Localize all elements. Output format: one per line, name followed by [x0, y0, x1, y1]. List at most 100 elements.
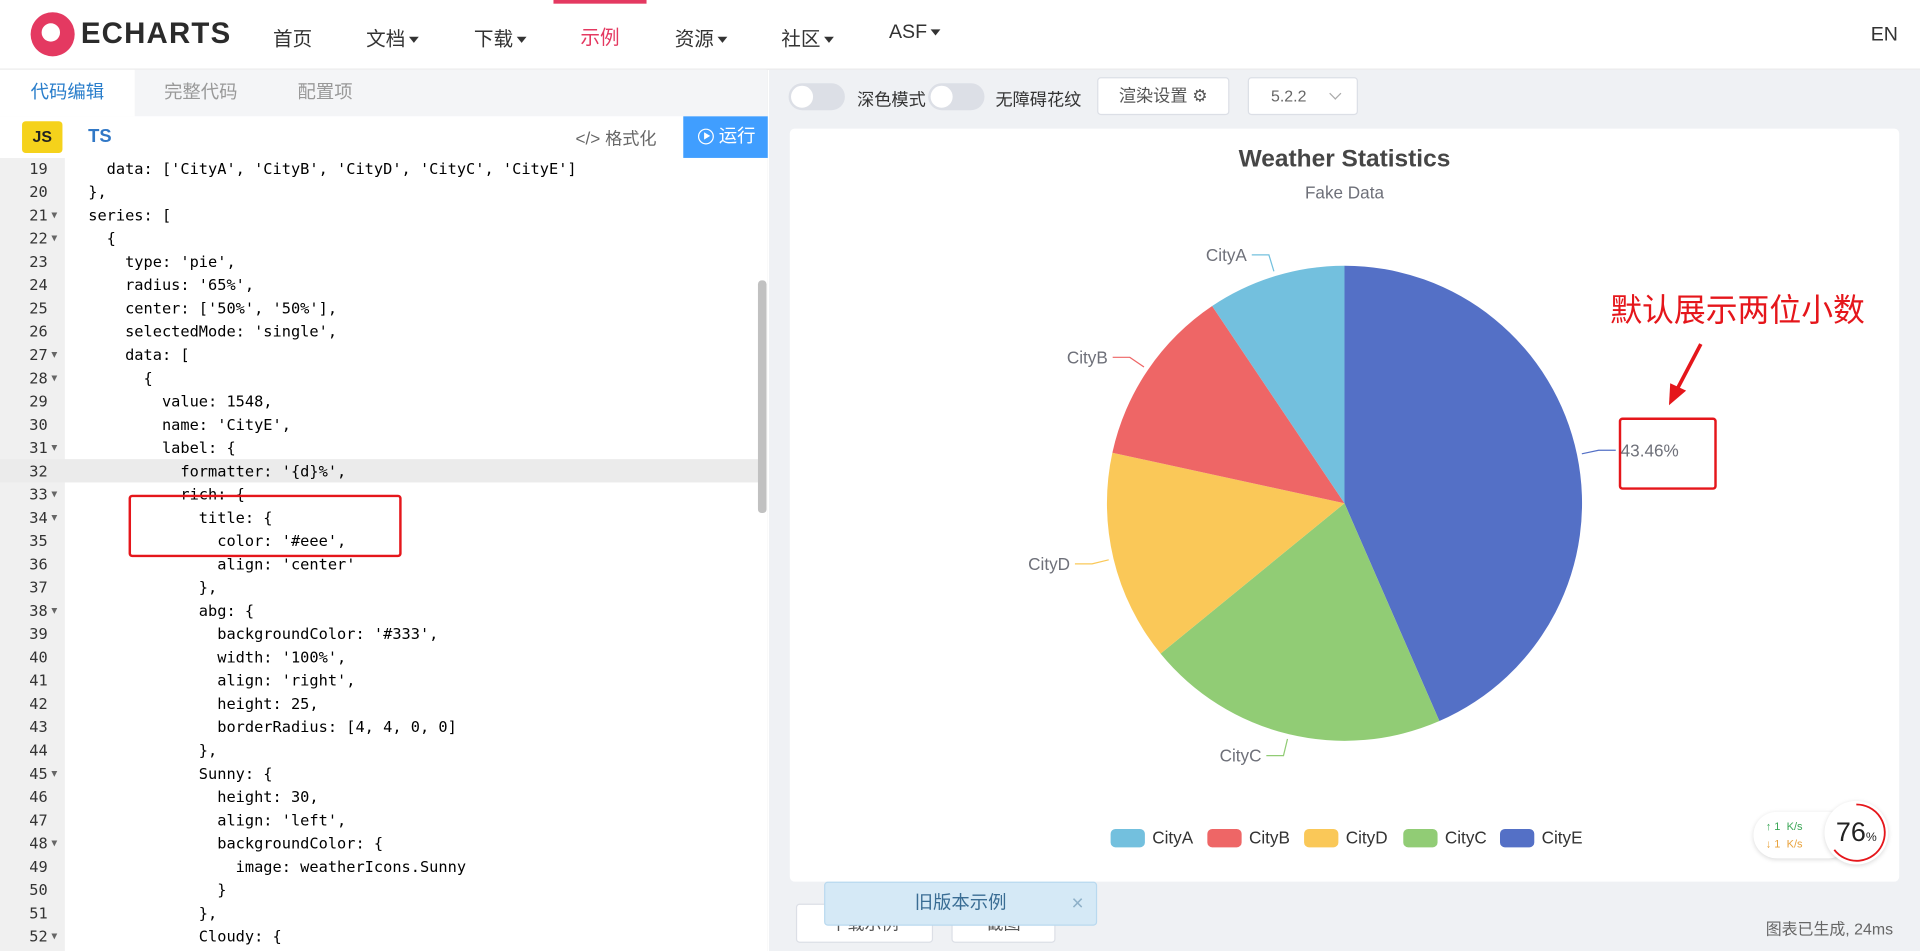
code-line[interactable]: 24 radius: '65%', — [0, 273, 759, 296]
version-select[interactable]: 5.2.2 — [1247, 77, 1358, 116]
legend-item-citye[interactable]: CityE — [1542, 828, 1583, 848]
chart-container[interactable]: Weather Statistics Fake Data 43.46% CityC… — [789, 128, 1900, 882]
nav-docs[interactable]: 文档 — [366, 22, 419, 51]
tab-full-code[interactable]: 完整代码 — [135, 70, 267, 117]
fold-arrow-icon[interactable]: ▼ — [51, 599, 57, 622]
code-line[interactable]: 25 center: ['50%', '50%'], — [0, 296, 759, 319]
code-line[interactable]: 23 type: 'pie', — [0, 250, 759, 273]
code-line[interactable]: 29 value: 1548, — [0, 389, 759, 412]
code-line[interactable]: 28 ▼ { — [0, 366, 759, 389]
run-button[interactable]: 运行 — [683, 116, 768, 158]
code-line[interactable]: 27 ▼ data: [ — [0, 343, 759, 366]
code-line[interactable]: 45 ▼ Sunny: { — [0, 762, 759, 785]
code-editor[interactable]: 19 data: ['CityA', 'CityB', 'CityD', 'Ci… — [0, 157, 768, 951]
code-line[interactable]: 22 ▼ { — [0, 227, 759, 250]
code-text: formatter: '{d}%', — [69, 461, 347, 481]
fold-arrow-icon[interactable]: ▼ — [51, 366, 57, 389]
code-line[interactable]: 42 height: 25, — [0, 692, 759, 715]
nav-community[interactable]: 社区 — [781, 22, 834, 51]
fold-arrow-icon[interactable]: ▼ — [51, 203, 57, 226]
line-number: 20 — [29, 182, 48, 201]
line-number: 38 — [29, 601, 48, 620]
code-line[interactable]: 26 selectedMode: 'single', — [0, 320, 759, 343]
format-button[interactable]: </> 格式化 — [576, 126, 657, 150]
nav-download[interactable]: 下载 — [474, 22, 527, 51]
code-line[interactable]: 43 borderRadius: [4, 4, 0, 0] — [0, 715, 759, 738]
chevron-down-icon — [824, 37, 834, 44]
ts-toggle[interactable]: TS — [88, 126, 111, 147]
legend-swatch[interactable] — [1403, 828, 1438, 848]
legend-swatch[interactable] — [1110, 828, 1145, 848]
render-settings-button[interactable]: 渲染设置 ⚙ — [1097, 77, 1230, 116]
nav-examples[interactable]: 示例 — [580, 21, 619, 50]
code-line[interactable]: 39 backgroundColor: '#333', — [0, 622, 759, 645]
line-number: 22 — [29, 228, 48, 248]
line-number: 43 — [29, 717, 48, 736]
fold-arrow-icon[interactable]: ▼ — [51, 227, 57, 250]
nav-asf[interactable]: ASF — [889, 22, 941, 44]
fold-arrow-icon[interactable]: ▼ — [51, 436, 57, 459]
code-line[interactable]: 30 name: 'CityE', — [0, 413, 759, 436]
line-number: 35 — [29, 531, 48, 550]
fold-arrow-icon[interactable]: ▼ — [51, 831, 57, 854]
legend-swatch[interactable] — [1207, 828, 1242, 848]
line-number: 28 — [29, 368, 48, 387]
legend-swatch[interactable] — [1500, 828, 1535, 848]
fold-arrow-icon[interactable]: ▼ — [51, 924, 57, 947]
echarts-logo[interactable]: ECHARTS — [30, 11, 232, 58]
legend-swatch[interactable] — [1304, 828, 1339, 848]
slice-label: CityD — [1028, 554, 1070, 574]
code-line[interactable]: 40 width: '100%', — [0, 645, 759, 668]
slice-label: CityA — [1206, 245, 1247, 265]
code-line[interactable]: 41 align: 'right', — [0, 669, 759, 692]
chart-subtitle: Fake Data — [1305, 182, 1384, 202]
code-line[interactable]: 37 }, — [0, 576, 759, 599]
code-line[interactable]: 38 ▼ abg: { — [0, 599, 759, 622]
preview-toolbar: 深色模式 无障碍花纹 渲染设置 ⚙ 5.2.2 — [769, 70, 1920, 124]
nav-home[interactable]: 首页 — [273, 22, 312, 51]
legend-item-cityb[interactable]: CityB — [1249, 828, 1290, 848]
download-speed: ↓ 1 K/s — [1765, 837, 1803, 850]
code-text: }, — [69, 182, 107, 201]
code-line[interactable]: 49 image: weatherIcons.Sunny — [0, 855, 759, 878]
editor-scrollbar[interactable] — [757, 280, 767, 514]
code-line[interactable]: 46 height: 30, — [0, 785, 759, 808]
code-line[interactable]: 51 }, — [0, 901, 759, 924]
dark-mode-toggle[interactable] — [788, 83, 845, 111]
fold-arrow-icon[interactable]: ▼ — [51, 506, 57, 529]
aria-toggle[interactable] — [928, 83, 985, 111]
code-line[interactable]: 19 data: ['CityA', 'CityB', 'CityD', 'Ci… — [0, 158, 759, 180]
pie-chart[interactable]: Weather Statistics Fake Data 43.46%CityC… — [790, 129, 1899, 882]
tab-options[interactable]: 配置项 — [267, 70, 383, 117]
old-version-toast[interactable]: 旧版本示例 × — [824, 881, 1098, 926]
line-number: 42 — [29, 694, 48, 713]
code-line[interactable]: 48 ▼ backgroundColor: { — [0, 831, 759, 854]
code-line[interactable]: 20 }, — [0, 180, 759, 203]
code-line[interactable]: 21 ▼ series: [ — [0, 203, 759, 226]
code-line[interactable]: 47 align: 'left', — [0, 808, 759, 831]
run-label: 运行 — [718, 126, 756, 147]
chevron-down-icon — [1329, 87, 1342, 100]
legend-item-cityc[interactable]: CityC — [1445, 828, 1487, 848]
code-line[interactable]: 44 }, — [0, 738, 759, 761]
chart-title: Weather Statistics — [1239, 146, 1451, 173]
chevron-down-icon — [516, 37, 527, 44]
code-text: borderRadius: [4, 4, 0, 0] — [69, 717, 457, 736]
line-number: 33 — [29, 484, 48, 504]
close-icon[interactable]: × — [1072, 883, 1084, 925]
fold-arrow-icon[interactable]: ▼ — [51, 762, 57, 785]
legend-item-citya[interactable]: CityA — [1152, 828, 1193, 848]
fold-arrow-icon[interactable]: ▼ — [51, 482, 57, 505]
nav-download-label: 下载 — [473, 29, 514, 51]
code-line[interactable]: 31 ▼ label: { — [0, 436, 759, 459]
tab-code-edit[interactable]: 代码编辑 — [0, 69, 135, 117]
fold-arrow-icon[interactable]: ▼ — [51, 343, 57, 366]
code-panel: 代码编辑 完整代码 配置项 JS TS </> 格式化 运行 19 data: … — [0, 69, 768, 951]
nav-resources[interactable]: 资源 — [675, 22, 728, 51]
language-switch[interactable]: EN — [1871, 24, 1898, 46]
code-line[interactable]: 52 ▼ Cloudy: { — [0, 924, 759, 947]
code-line[interactable]: 50 } — [0, 878, 759, 901]
js-toggle[interactable]: JS — [22, 121, 63, 154]
code-line[interactable]: 32 formatter: '{d}%', — [0, 459, 760, 483]
legend-item-cityd[interactable]: CityD — [1346, 828, 1388, 848]
